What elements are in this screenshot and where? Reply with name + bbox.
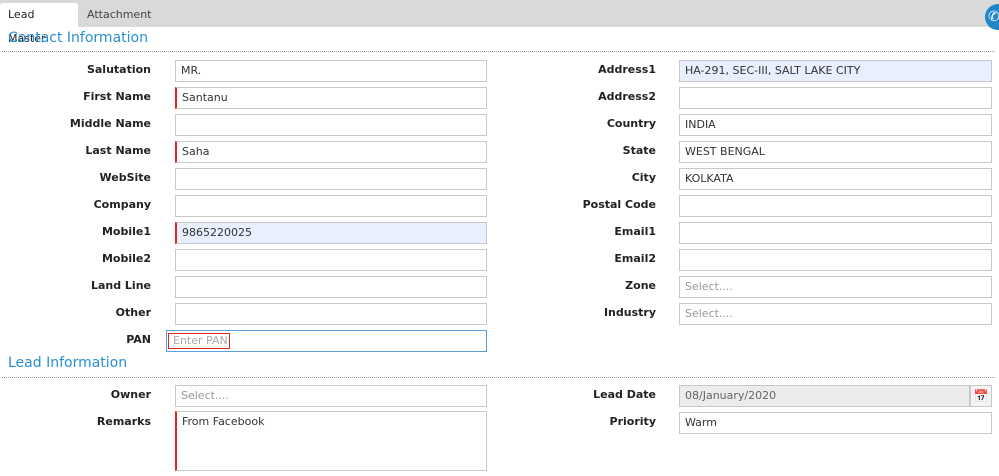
country-field[interactable]: INDIA (679, 114, 992, 136)
label-email2: Email2 (614, 252, 656, 265)
salutation-field[interactable]: MR. (175, 60, 487, 82)
state-field[interactable]: WEST BENGAL (679, 141, 992, 163)
address2-field[interactable] (679, 87, 992, 109)
priority-select[interactable]: Warm (679, 412, 992, 434)
label-website: WebSite (99, 171, 152, 184)
label-mobile2: Mobile2 (101, 252, 151, 265)
industry-select[interactable]: Select.... (679, 303, 992, 325)
website-field[interactable] (175, 168, 487, 190)
label-salutation: Salutation (86, 63, 151, 76)
label-pan: PAN (126, 333, 151, 346)
label-other: Other (115, 306, 151, 319)
tab-lead-master[interactable]: Lead Master (0, 3, 78, 45)
label-city: City (631, 171, 656, 184)
label-address1: Address1 (598, 63, 656, 76)
middle-name-field[interactable] (175, 114, 487, 136)
owner-select[interactable]: Select.... (175, 385, 487, 407)
section-title-contact: Contact Information (8, 30, 148, 46)
label-lead-date: Lead Date (593, 388, 656, 401)
label-owner: Owner (110, 388, 151, 401)
first-name-field[interactable]: Santanu (175, 87, 487, 109)
label-last-name: Last Name (85, 144, 151, 157)
label-zone: Zone (625, 279, 656, 292)
label-state: State (622, 144, 656, 157)
label-first-name: First Name (83, 90, 151, 103)
phone-icon[interactable]: ✆ (985, 4, 999, 30)
label-remarks: Remarks (96, 415, 151, 428)
email1-field[interactable] (679, 222, 992, 244)
mobile1-field[interactable]: 9865220025 (175, 222, 487, 244)
label-email1: Email1 (614, 225, 656, 238)
tab-attachment[interactable]: Attachment (79, 3, 159, 27)
land-line-field[interactable] (175, 276, 487, 298)
section-divider (2, 51, 995, 52)
lead-date-field[interactable]: 08/January/2020 (679, 385, 970, 407)
postal-code-field[interactable] (679, 195, 992, 217)
label-country: Country (606, 117, 656, 130)
mobile2-field[interactable] (175, 249, 487, 271)
label-company: Company (93, 198, 151, 211)
last-name-field[interactable]: Saha (175, 141, 487, 163)
pan-field[interactable]: Enter PAN (166, 330, 487, 352)
remarks-textarea[interactable]: From Facebook (175, 411, 487, 471)
label-postal-code: Postal Code (582, 198, 656, 211)
section-divider (2, 377, 995, 378)
calendar-icon[interactable]: 📅 (970, 385, 992, 407)
pan-input[interactable]: Enter PAN (168, 333, 230, 349)
section-title-lead: Lead Information (8, 355, 128, 371)
other-field[interactable] (175, 303, 487, 325)
company-field[interactable] (175, 195, 487, 217)
label-priority: Priority (609, 415, 656, 428)
label-middle-name: Middle Name (69, 117, 151, 130)
city-field[interactable]: KOLKATA (679, 168, 992, 190)
zone-select[interactable]: Select.... (679, 276, 992, 298)
label-industry: Industry (603, 306, 656, 319)
label-land-line: Land Line (90, 279, 151, 292)
email2-field[interactable] (679, 249, 992, 271)
tab-bar: Lead Master Attachment ✆ (0, 0, 999, 45)
address1-field[interactable]: HA-291, SEC-III, SALT LAKE CITY (679, 60, 992, 82)
label-address2: Address2 (598, 90, 656, 103)
label-mobile1: Mobile1 (101, 225, 151, 238)
